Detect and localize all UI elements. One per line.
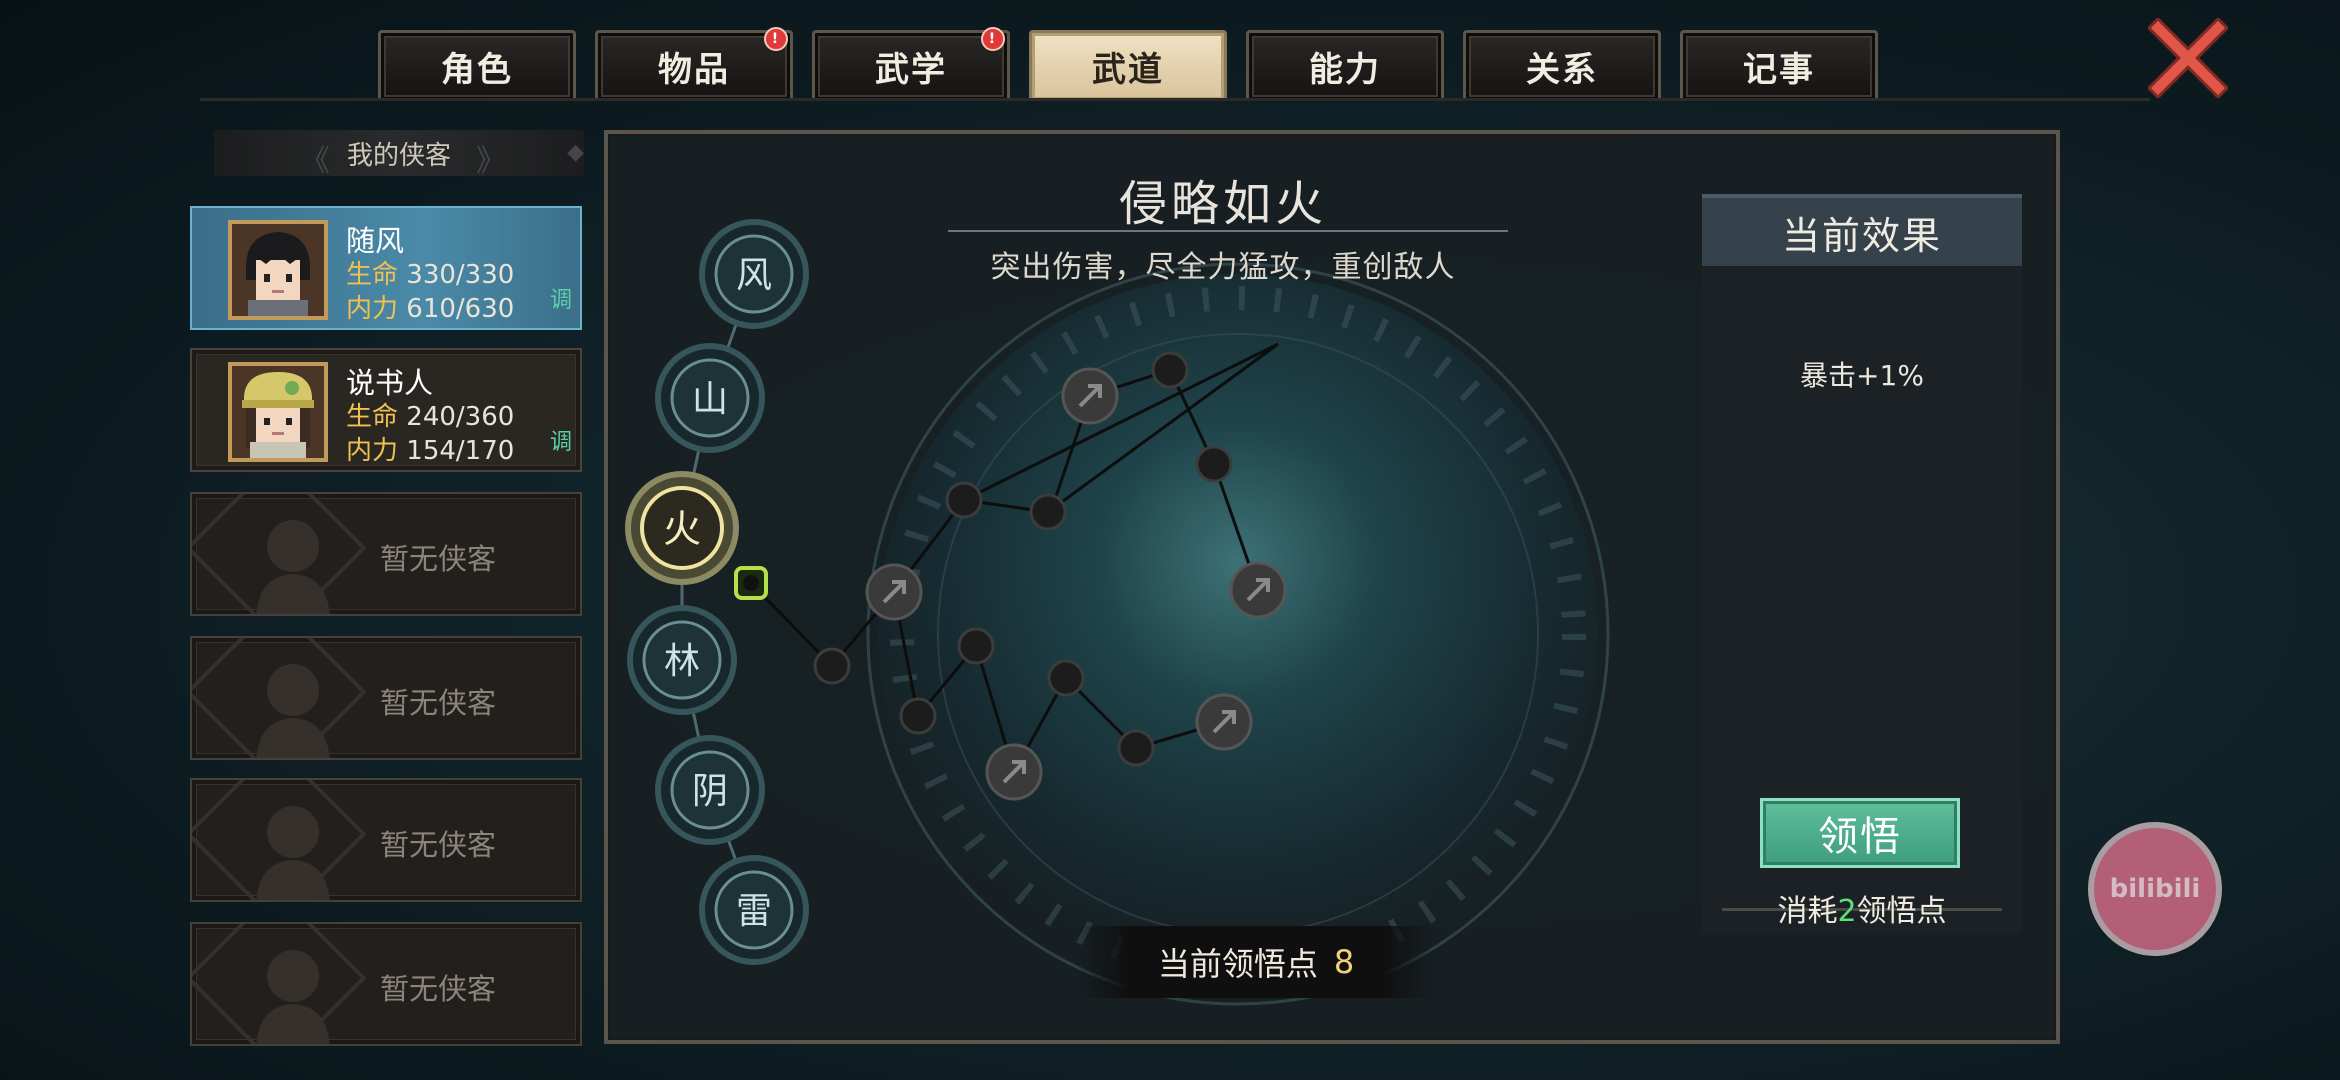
comprehend-button[interactable]: 领悟 — [1760, 798, 1960, 868]
tab-label: 角色 — [441, 50, 513, 90]
skill-node[interactable] — [1117, 729, 1155, 767]
tab-divider — [200, 98, 2150, 101]
tab-martial-way[interactable]: 武道 — [1029, 30, 1227, 100]
avatar — [228, 362, 328, 462]
skill-node[interactable] — [1047, 659, 1085, 697]
tab-abilities[interactable]: 能力 — [1246, 30, 1444, 100]
effect-header: 当前效果 — [1702, 194, 2022, 266]
start-node[interactable] — [734, 566, 768, 600]
avatar — [228, 220, 328, 320]
character-card-suifeng[interactable]: 随风 生命 330/330 内力 610/630 调 — [190, 206, 582, 330]
path-label: 山 — [692, 379, 728, 420]
empty-slot-label: 暂无侠客 — [380, 972, 497, 1006]
adjust-label[interactable]: 调 — [550, 282, 572, 314]
empty-slot-label: 暂无侠客 — [380, 542, 497, 576]
tab-label: 武学 — [875, 50, 947, 90]
comprehend-label: 领悟 — [1818, 814, 1902, 860]
empty-slot-label: 暂无侠客 — [380, 686, 497, 720]
notification-badge: ! — [981, 27, 1005, 51]
skill-node[interactable] — [813, 647, 851, 685]
points-value: 8 — [1333, 943, 1355, 981]
silhouette-icon — [256, 806, 330, 900]
path-node-thunder[interactable]: 雷 — [699, 855, 809, 965]
silhouette-icon — [256, 520, 330, 614]
skill-node[interactable] — [945, 481, 983, 519]
tab-label: 关系 — [1526, 50, 1598, 90]
skill-node[interactable] — [1151, 351, 1189, 389]
skill-node-major[interactable] — [1229, 561, 1287, 619]
tab-martial-arts[interactable]: 武学! — [812, 27, 1010, 100]
insight-points: 当前领悟点 8 — [1076, 926, 1436, 998]
skill-node[interactable] — [957, 627, 995, 665]
silhouette-icon — [256, 664, 330, 758]
empty-slot[interactable]: 暂无侠客 — [190, 636, 582, 760]
diamond-icon: ◆ — [567, 140, 584, 165]
path-title: 侵略如火 — [1118, 176, 1327, 232]
chevron-right-icon: 》 — [476, 144, 506, 179]
path-label: 林 — [664, 641, 700, 682]
skill-node[interactable] — [1195, 445, 1233, 483]
skill-nodes — [734, 351, 1287, 801]
cost-text: 消耗2领悟点 — [1777, 894, 1947, 929]
adjust-label[interactable]: 调 — [550, 424, 572, 456]
title-divider — [948, 230, 1508, 232]
tab-label: 能力 — [1309, 50, 1381, 90]
empty-slot-label: 暂无侠客 — [380, 828, 497, 862]
top-tab-bar: 角色 物品! 武学! 武道 能力 关系 记事 — [378, 27, 1878, 100]
roster-title: 我的侠客 — [346, 140, 451, 171]
mp-stat: 内力 154/170 — [346, 436, 515, 466]
martial-way-panel: 风 山 火 林 阴 雷 侵略如火 突出伤害，尽全力猛攻，重创敌人 当前领悟点 8… — [604, 130, 2060, 1044]
tab-role[interactable]: 角色 — [378, 30, 576, 100]
tab-label: 武道 — [1092, 50, 1164, 90]
tab-relations[interactable]: 关系 — [1463, 30, 1661, 100]
tab-items[interactable]: 物品! — [595, 27, 793, 100]
skill-node-major[interactable] — [985, 743, 1043, 801]
empty-slot[interactable]: 暂无侠客 — [190, 922, 582, 1046]
skill-node[interactable] — [899, 697, 937, 735]
roster-header: 《 我的侠客 》 ◆ — [214, 130, 584, 179]
path-label: 阴 — [692, 771, 728, 812]
bilibili-watermark: bilibili — [2088, 822, 2222, 956]
effect-value: 暴击+1% — [1800, 359, 1924, 392]
mp-stat: 内力 610/630 — [346, 294, 515, 324]
chevron-left-icon: 《 — [300, 144, 330, 179]
tab-label: 物品 — [658, 50, 730, 90]
path-node-forest[interactable]: 林 — [627, 605, 737, 715]
path-node-fire[interactable]: 火 — [625, 471, 739, 585]
notification-badge: ! — [764, 27, 788, 51]
skill-node-major[interactable] — [865, 563, 923, 621]
points-label: 当前领悟点 — [1157, 945, 1318, 983]
path-selector: 风 山 火 林 阴 雷 — [625, 219, 809, 965]
tab-journal[interactable]: 记事 — [1680, 30, 1878, 100]
skill-node[interactable] — [1029, 493, 1067, 531]
silhouette-icon — [256, 950, 330, 1044]
skill-node-major[interactable] — [1061, 367, 1119, 425]
path-node-yin[interactable]: 阴 — [655, 735, 765, 845]
tab-label: 记事 — [1743, 50, 1815, 90]
path-node-mountain[interactable]: 山 — [655, 343, 765, 453]
path-description: 突出伤害，尽全力猛攻，重创敌人 — [990, 250, 1456, 285]
close-icon[interactable] — [2148, 18, 2228, 98]
character-card-storyteller[interactable]: 说书人 生命 240/360 内力 154/170 调 — [190, 348, 582, 472]
hp-stat: 生命 240/360 — [346, 402, 515, 432]
path-label: 雷 — [736, 891, 772, 932]
skill-node-major[interactable] — [1195, 693, 1253, 751]
empty-slot[interactable]: 暂无侠客 — [190, 778, 582, 902]
path-label: 火 — [663, 507, 701, 551]
hp-stat: 生命 330/330 — [346, 260, 515, 290]
empty-slot[interactable]: 暂无侠客 — [190, 492, 582, 616]
